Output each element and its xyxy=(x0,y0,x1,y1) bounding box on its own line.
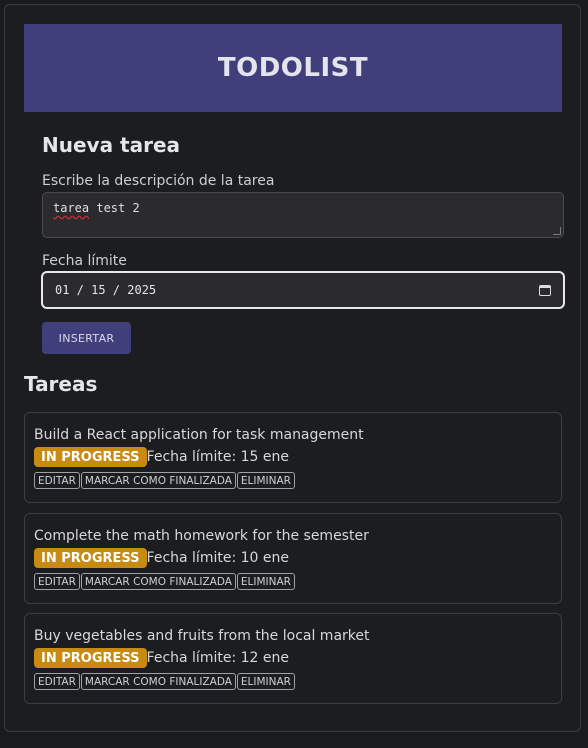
date-label: Fecha límite xyxy=(42,253,127,269)
due-date-input[interactable]: 01 / 15 / 2025 xyxy=(41,271,565,309)
form-title: Nueva tarea xyxy=(42,133,181,157)
description-text-misspelled: tarea xyxy=(53,201,90,215)
calendar-icon[interactable] xyxy=(539,284,551,296)
edit-button[interactable]: EDITAR xyxy=(34,472,80,489)
mark-finished-button[interactable]: MARCAR COMO FINALIZADA xyxy=(80,573,236,590)
task-card: Complete the math homework for the semes… xyxy=(24,513,562,604)
edit-button[interactable]: EDITAR xyxy=(34,673,80,690)
task-card: Buy vegetables and fruits from the local… xyxy=(24,613,562,704)
app-header: TODOLIST xyxy=(24,24,562,112)
task-description: Buy vegetables and fruits from the local… xyxy=(34,628,370,644)
task-list-title: Tareas xyxy=(24,372,98,396)
task-card: Build a React application for task manag… xyxy=(24,412,562,503)
edit-button[interactable]: EDITAR xyxy=(34,573,80,590)
task-description: Build a React application for task manag… xyxy=(34,427,364,443)
delete-button[interactable]: ELIMINAR xyxy=(236,673,295,690)
task-due-date: Fecha límite: 12 ene xyxy=(146,650,289,666)
status-badge: IN PROGRESS xyxy=(34,548,147,568)
task-due-date: Fecha límite: 15 ene xyxy=(146,449,289,465)
due-date-value: 01 / 15 / 2025 xyxy=(55,283,157,297)
status-badge: IN PROGRESS xyxy=(34,447,147,467)
app-container: TODOLIST Nueva tarea Escribe la descripc… xyxy=(4,4,581,732)
description-text-rest: test 2 xyxy=(89,201,140,215)
task-description: Complete the math homework for the semes… xyxy=(34,528,369,544)
description-label: Escribe la descripción de la tarea xyxy=(42,173,275,189)
description-textarea[interactable]: tarea test 2 xyxy=(42,192,564,238)
status-badge: IN PROGRESS xyxy=(34,648,147,668)
mark-finished-button[interactable]: MARCAR COMO FINALIZADA xyxy=(80,673,236,690)
resize-handle-icon[interactable] xyxy=(553,227,561,235)
app-title: TODOLIST xyxy=(217,53,369,83)
delete-button[interactable]: ELIMINAR xyxy=(236,472,295,489)
task-due-date: Fecha límite: 10 ene xyxy=(146,550,289,566)
delete-button[interactable]: ELIMINAR xyxy=(236,573,295,590)
mark-finished-button[interactable]: MARCAR COMO FINALIZADA xyxy=(80,472,236,489)
insert-button[interactable]: INSERTAR xyxy=(42,322,131,354)
